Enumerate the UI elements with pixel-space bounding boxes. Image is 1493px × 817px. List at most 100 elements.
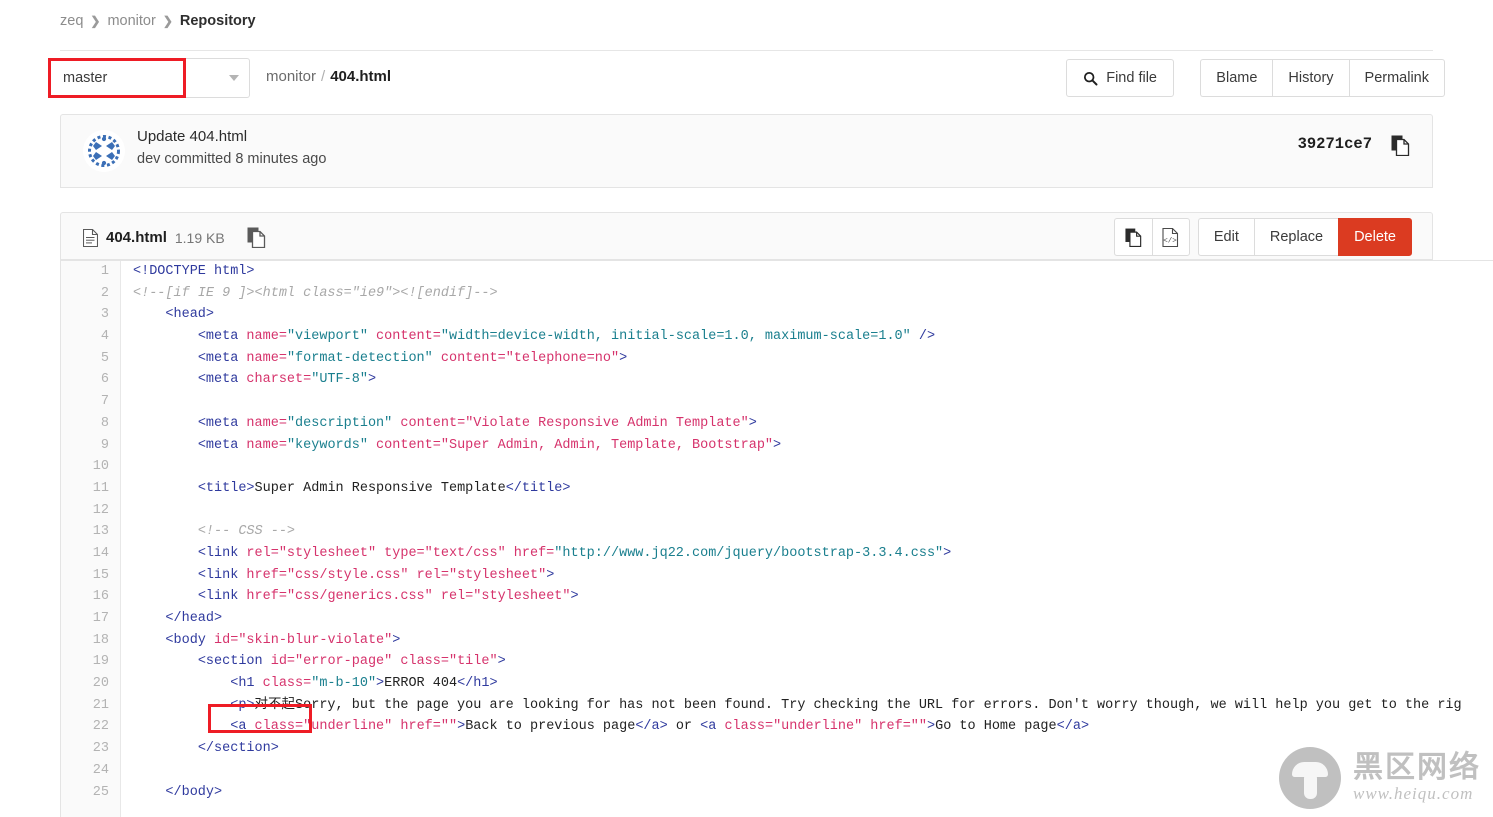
code-token: class= xyxy=(724,719,774,735)
copy-sha-button[interactable] xyxy=(1391,135,1410,161)
code-line[interactable]: <link href="css/generics.css" rel="style… xyxy=(133,586,1493,608)
code-token: /> xyxy=(910,329,936,345)
copy-icon xyxy=(1391,135,1410,157)
commit-meta: dev committed 8 minutes ago xyxy=(137,151,327,167)
copy-contents-button[interactable] xyxy=(1113,218,1152,256)
code-token: > xyxy=(927,719,936,735)
code-line[interactable]: <section id="error-page" class="tile"> xyxy=(133,651,1493,673)
code-token: Back to previous page xyxy=(465,719,636,735)
code-token: <!DOCTYPE html> xyxy=(133,264,255,279)
line-number: 1 xyxy=(100,264,109,279)
line-number: 2 xyxy=(100,285,109,301)
code-token: "stylesheet" xyxy=(278,545,377,561)
copy-file-path-button[interactable] xyxy=(247,227,266,248)
line-number: 10 xyxy=(92,459,109,475)
code-line[interactable] xyxy=(133,391,1493,413)
code-token: <a xyxy=(230,719,255,735)
code-line[interactable]: <title>Super Admin Responsive Template</… xyxy=(133,478,1493,500)
code-line[interactable]: <!DOCTYPE html> xyxy=(133,261,1493,283)
line-number: 21 xyxy=(92,697,109,713)
code-token: </a> xyxy=(635,719,668,735)
code-line[interactable]: <h1 class="m-b-10">ERROR 404</h1> xyxy=(133,673,1493,695)
code-token: > xyxy=(943,545,952,561)
code-token: > xyxy=(546,567,555,583)
code-line[interactable]: <meta charset="UTF-8"> xyxy=(133,369,1493,391)
file-path-dir[interactable]: monitor xyxy=(266,68,316,85)
replace-button[interactable]: Replace xyxy=(1253,218,1339,256)
code-line[interactable]: <link rel="stylesheet" type="text/css" h… xyxy=(133,543,1493,565)
history-button[interactable]: History xyxy=(1272,59,1349,97)
code-line[interactable]: <body id="skin-blur-violate"> xyxy=(133,630,1493,652)
code-token: <!--[if IE 9 ]><html class="ie9"><![endi… xyxy=(133,285,498,301)
code-token: "Super Admin, Admin, Template, Bootstrap… xyxy=(440,437,774,453)
code-token: rel= xyxy=(408,567,449,583)
line-number: 24 xyxy=(92,762,109,778)
code-token: content= xyxy=(392,415,466,431)
code-token: class= xyxy=(262,676,312,692)
code-token: or xyxy=(667,719,701,735)
code-line[interactable] xyxy=(133,456,1493,478)
code-token: content= xyxy=(432,350,506,366)
code-content[interactable]: <!DOCTYPE html> <!--[if IE 9 ]><html clas… xyxy=(122,261,1493,817)
edit-button[interactable]: Edit xyxy=(1197,218,1254,256)
code-line[interactable]: <p>对不起Sorry, but the page you are lookin… xyxy=(133,695,1493,717)
code-token: type= xyxy=(376,545,425,561)
code-token: "format-detection" xyxy=(286,350,433,366)
code-token: <!-- CSS --> xyxy=(197,524,296,540)
code-line[interactable]: <!--[if IE 9 ]><html class="ie9"><![endi… xyxy=(133,283,1493,305)
code-token: rel= xyxy=(432,589,474,605)
code-token: charset= xyxy=(246,372,312,388)
code-token: <meta xyxy=(197,372,247,388)
code-line[interactable] xyxy=(133,500,1493,522)
blame-button[interactable]: Blame xyxy=(1200,59,1273,97)
commit-title[interactable]: Update 404.html xyxy=(137,128,247,145)
code-token: <head> xyxy=(165,307,215,323)
header-divider xyxy=(60,50,1433,51)
code-line[interactable]: <meta name="viewport" content="width=dev… xyxy=(133,326,1493,348)
file-identity: 404.html 1.19 KB xyxy=(83,227,266,248)
code-token: > xyxy=(497,654,506,670)
line-number: 6 xyxy=(100,372,109,388)
code-viewer[interactable]: 1 2 3 4 5 6 7 8 9 10 11 12 13 14 15 16 17 18 19 20 21 22 23 24 2… xyxy=(60,260,1493,817)
commit-sha[interactable]: 39271ce7 xyxy=(1298,135,1372,153)
code-token: <p> xyxy=(230,697,255,713)
breadcrumb-item-monitor[interactable]: monitor xyxy=(107,13,155,29)
code-token: "http://www.jq22.com/jquery/bootstrap-3.… xyxy=(554,545,944,561)
open-raw-button[interactable]: </> xyxy=(1151,218,1190,256)
file-icon-button-group: </> xyxy=(1113,218,1190,256)
line-number: 14 xyxy=(92,545,109,561)
breadcrumb-item-zeq[interactable]: zeq xyxy=(60,13,83,29)
code-token: <h1 xyxy=(230,676,263,692)
code-line[interactable]: <meta name="keywords" content="Super Adm… xyxy=(133,435,1493,457)
code-token: </title> xyxy=(505,480,571,496)
code-token: <meta xyxy=(197,329,247,345)
code-line[interactable]: <meta name="description" content="Violat… xyxy=(133,413,1493,435)
code-token: Go to Home page xyxy=(935,719,1057,735)
code-line[interactable]: <meta name="format-detection" content="t… xyxy=(133,348,1493,370)
branch-selector[interactable]: master xyxy=(48,58,250,98)
code-token: "skin-blur-violate" xyxy=(238,632,393,648)
chevron-right-icon: ❯ xyxy=(90,14,101,28)
file-header: 404.html 1.19 KB </> Edit Replace Delete xyxy=(60,212,1433,260)
line-number: 16 xyxy=(92,589,109,605)
line-number: 11 xyxy=(92,480,109,496)
code-token: "" xyxy=(910,719,927,735)
code-token: </h1> xyxy=(457,676,498,692)
delete-button[interactable]: Delete xyxy=(1338,218,1412,256)
code-line[interactable]: <a class="underline" href="">Back to pre… xyxy=(133,716,1493,738)
code-line[interactable]: </head> xyxy=(133,608,1493,630)
permalink-button[interactable]: Permalink xyxy=(1348,59,1445,97)
watermark: 黑区网络 www.heiqu.com xyxy=(1279,747,1481,809)
code-token: "viewport" xyxy=(286,329,368,345)
find-file-button[interactable]: Find file xyxy=(1066,59,1174,97)
code-line[interactable]: <head> xyxy=(133,304,1493,326)
code-token: class= xyxy=(254,719,304,735)
code-line[interactable]: <!-- CSS --> xyxy=(133,521,1493,543)
code-line[interactable]: <link href="css/style.css" rel="styleshe… xyxy=(133,565,1493,587)
